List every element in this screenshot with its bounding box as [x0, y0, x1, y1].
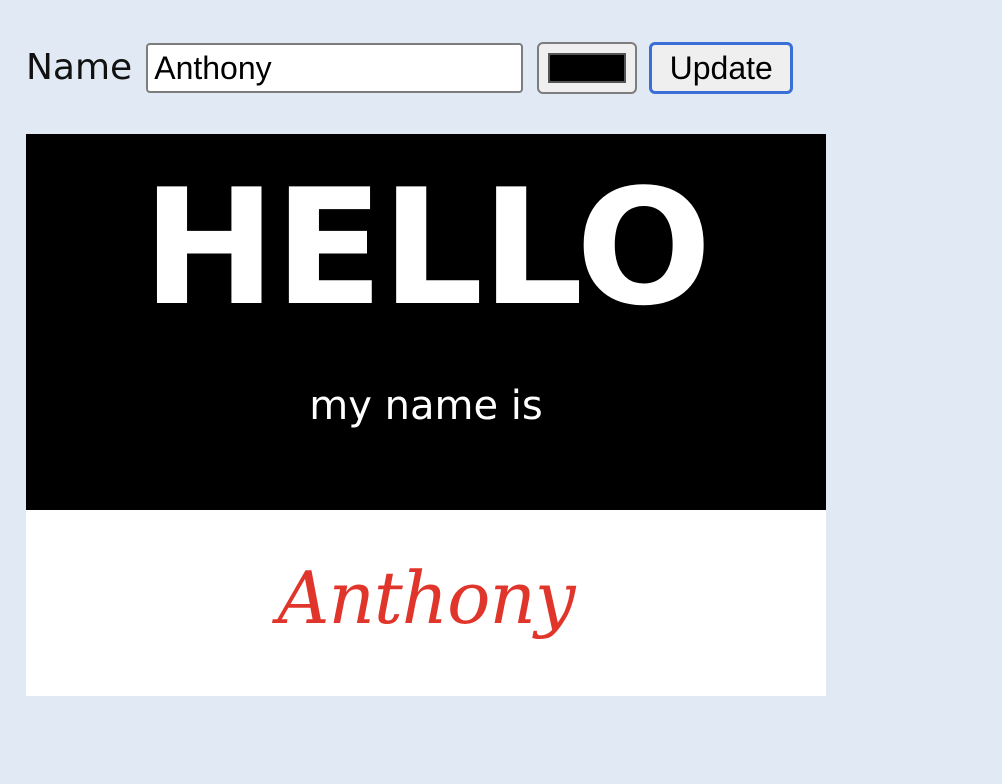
name-tag: HELLO my name is Anthony: [26, 134, 826, 696]
color-swatch: [548, 53, 627, 83]
name-tag-name: Anthony: [277, 556, 575, 640]
color-picker[interactable]: [537, 42, 638, 94]
name-input[interactable]: [146, 43, 524, 93]
my-name-is-text: my name is: [309, 383, 543, 429]
update-button[interactable]: Update: [649, 42, 794, 94]
hello-heading: HELLO: [142, 154, 711, 341]
name-tag-header: HELLO my name is: [26, 134, 826, 510]
name-label: Name: [26, 47, 133, 88]
name-tag-body: Anthony: [26, 510, 826, 696]
name-tag-controls: Name Update: [26, 42, 794, 94]
